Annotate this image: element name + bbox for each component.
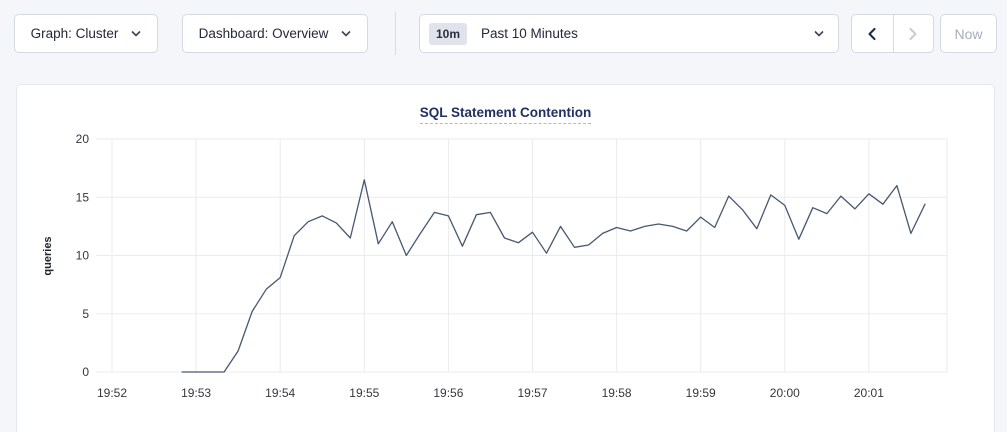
time-range-label: Past 10 Minutes [481,26,814,41]
dashboard-dropdown-label: Dashboard: Overview [199,26,329,41]
time-range-badge: 10m [429,23,467,45]
now-button-label: Now [954,26,982,42]
svg-text:19:53: 19:53 [181,386,211,400]
svg-text:5: 5 [82,307,89,321]
svg-text:10: 10 [76,249,90,263]
svg-text:20:00: 20:00 [770,386,800,400]
svg-text:15: 15 [76,190,90,204]
svg-text:20: 20 [76,132,90,146]
svg-text:19:55: 19:55 [349,386,379,400]
dashboard-dropdown[interactable]: Dashboard: Overview [182,14,368,53]
time-step-group [851,14,934,53]
time-range-picker[interactable]: 10m Past 10 Minutes [419,14,839,53]
chart-title-wrap: SQL Statement Contention [17,85,994,124]
chart-card: SQL Statement Contention 0 5 10 15 20 19:52 19… [16,84,995,432]
graph-dropdown-label: Graph: Cluster [31,26,119,41]
svg-text:19:59: 19:59 [686,386,716,400]
svg-text:19:58: 19:58 [602,386,632,400]
svg-text:queries: queries [42,236,54,275]
svg-text:19:57: 19:57 [517,386,547,400]
svg-text:19:56: 19:56 [433,386,463,400]
chevron-down-icon [814,30,824,37]
svg-text:19:52: 19:52 [97,386,127,400]
chevron-down-icon [131,30,141,37]
next-time-button[interactable] [893,15,934,52]
graph-dropdown[interactable]: Graph: Cluster [14,14,158,53]
now-button[interactable]: Now [940,14,997,53]
svg-text:0: 0 [82,365,89,379]
svg-text:20:01: 20:01 [854,386,884,400]
toolbar-divider [395,12,396,55]
sql-contention-chart[interactable]: 0 5 10 15 20 19:52 19:53 19:54 19:55 19:56 19:57 19… [17,85,996,432]
svg-text:19:54: 19:54 [265,386,295,400]
chevron-down-icon [341,30,351,37]
chevron-right-icon [907,27,919,41]
chart-title[interactable]: SQL Statement Contention [420,105,592,124]
chevron-left-icon [866,27,878,41]
prev-time-button[interactable] [852,15,893,52]
